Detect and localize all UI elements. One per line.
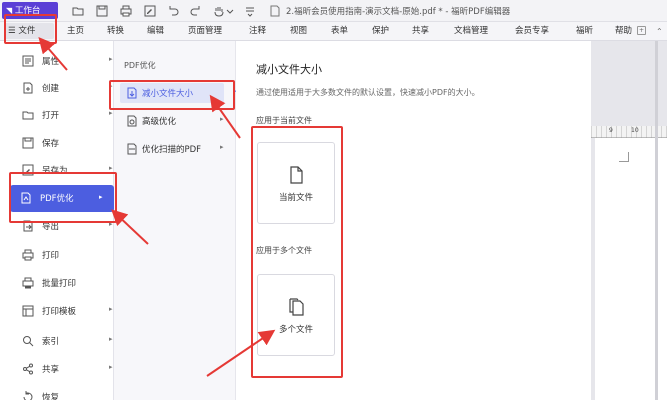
menu-view[interactable]: 视图 bbox=[290, 25, 307, 38]
file-menu-item-share[interactable]: 共享 ▸ bbox=[12, 359, 113, 379]
expand-ribbon-icon[interactable]: + bbox=[637, 26, 646, 35]
file-menu-item-restore[interactable]: 恢复 bbox=[12, 387, 108, 400]
file-menu-item-label: 索引 bbox=[42, 337, 60, 347]
menu-document-management[interactable]: 文档管理 bbox=[454, 25, 488, 38]
index-icon bbox=[22, 335, 34, 347]
print-template-icon bbox=[22, 305, 34, 317]
submenu-item-label: 优化扫描的PDF bbox=[142, 145, 202, 155]
ruler-number: 9 bbox=[609, 127, 613, 134]
highlight-box-file-menu bbox=[4, 14, 57, 44]
redo-icon[interactable] bbox=[189, 4, 203, 18]
menu-help[interactable]: 帮助 bbox=[615, 25, 632, 38]
file-menu-item-index[interactable]: 索引 ▸ bbox=[12, 331, 113, 351]
file-menu-item-label: 恢复 bbox=[42, 393, 60, 400]
menu-comment[interactable]: 注释 bbox=[249, 25, 266, 38]
optimize-scanned-icon bbox=[126, 143, 138, 155]
submenu-item-advanced-optimize[interactable]: 高级优化 ▸ bbox=[114, 111, 236, 131]
document-title: 2.福昕会员使用指南-演示文档-原始.pdf * - 福昕PDF编辑器 bbox=[286, 7, 511, 17]
file-menu-item-label: 打印模板 bbox=[42, 307, 77, 317]
file-menu-item-save[interactable]: 保存 bbox=[12, 133, 108, 153]
menu-share[interactable]: 共享 bbox=[412, 25, 429, 38]
hand-tool-icon[interactable] bbox=[212, 4, 226, 18]
menu-foxit[interactable]: 福昕 bbox=[576, 25, 593, 38]
more-menu-icon[interactable]: ⌃ bbox=[656, 27, 663, 36]
vertical-scrollbar[interactable] bbox=[655, 41, 658, 400]
share-icon bbox=[22, 363, 34, 375]
menu-form[interactable]: 表单 bbox=[331, 25, 348, 38]
chevron-right-icon: ▸ bbox=[109, 305, 113, 313]
margin-mark bbox=[619, 152, 629, 162]
file-menu-item-create[interactable]: 创建 ▸ bbox=[12, 78, 113, 98]
print-icon[interactable] bbox=[119, 4, 133, 18]
print-icon bbox=[22, 249, 34, 261]
file-menu-item-label: 打印 bbox=[42, 251, 60, 261]
menu-protect[interactable]: 保护 bbox=[372, 25, 389, 38]
title-bar: ◥ 工作台 2.福昕会员使用指南-演示文档-原始.pdf * - 福昕PDF编辑… bbox=[0, 0, 667, 22]
highlight-box-pdf-optimize bbox=[9, 172, 117, 223]
file-menu-item-print-template[interactable]: 打印模板 ▸ bbox=[12, 301, 113, 321]
save-icon bbox=[22, 137, 34, 149]
advanced-optimize-icon bbox=[126, 115, 138, 127]
open-icon bbox=[22, 109, 34, 121]
panel-description: 通过使用适用于大多数文件的默认设置，快速减小PDF的大小。 bbox=[256, 88, 480, 97]
ruler-number: 10 bbox=[631, 127, 639, 134]
create-icon bbox=[22, 82, 34, 94]
file-menu-item-label: 打开 bbox=[42, 111, 60, 121]
customize-toolbar-icon[interactable] bbox=[243, 4, 257, 18]
file-menu-item-label: 保存 bbox=[42, 139, 60, 149]
highlight-box-reduce-size bbox=[109, 80, 235, 110]
file-menu-item-label: 属性 bbox=[42, 57, 60, 67]
menu-edit[interactable]: 编辑 bbox=[147, 25, 164, 38]
edit-doc-icon[interactable] bbox=[143, 4, 157, 18]
submenu-heading: PDF优化 bbox=[124, 61, 156, 70]
save-icon[interactable] bbox=[95, 4, 109, 18]
file-menu-item-open[interactable]: 打开 ▸ bbox=[12, 105, 113, 125]
menu-home[interactable]: 主页 bbox=[67, 25, 84, 38]
chevron-right-icon: ▸ bbox=[109, 335, 113, 343]
restore-icon bbox=[22, 391, 34, 400]
chevron-right-icon: ▸ bbox=[220, 115, 224, 123]
file-menu-item-label: 共享 bbox=[42, 365, 60, 375]
panel-title: 减小文件大小 bbox=[256, 63, 322, 76]
chevron-right-icon: ▸ bbox=[220, 143, 224, 151]
submenu-item-label: 高级优化 bbox=[142, 117, 177, 127]
batch-print-icon bbox=[22, 277, 34, 289]
file-menu-item-label: 批量打印 bbox=[42, 279, 77, 289]
properties-icon bbox=[22, 55, 34, 67]
menu-member-exclusive[interactable]: 会员专享 bbox=[515, 25, 549, 38]
highlight-box-options bbox=[251, 126, 343, 378]
section-current-file: 应用于当前文件 bbox=[256, 116, 312, 125]
file-menu-item-print[interactable]: 打印 bbox=[12, 245, 108, 265]
file-menu-item-batch-print[interactable]: 批量打印 bbox=[12, 273, 108, 293]
chevron-right-icon: ▸ bbox=[109, 55, 113, 63]
document-view: 9 10 bbox=[591, 41, 667, 400]
app-window: { "titlebar": { "workbench_label": "工作台"… bbox=[0, 0, 667, 400]
chevron-right-icon: ▸ bbox=[109, 109, 113, 117]
chevron-down-icon[interactable] bbox=[226, 4, 234, 18]
open-folder-icon[interactable] bbox=[71, 4, 85, 18]
undo-icon[interactable] bbox=[166, 4, 180, 18]
menu-convert[interactable]: 转换 bbox=[107, 25, 124, 38]
document-tab-icon bbox=[268, 4, 282, 18]
menu-bar: ☰ 文件 主页 转换 编辑 页面管理 注释 视图 表单 保护 共享 文档管理 会… bbox=[0, 22, 667, 41]
submenu-item-optimize-scanned[interactable]: 优化扫描的PDF ▸ bbox=[114, 139, 236, 159]
menu-page-management[interactable]: 页面管理 bbox=[188, 25, 222, 38]
file-menu-item-label: 创建 bbox=[42, 84, 60, 94]
chevron-right-icon: ▸ bbox=[109, 363, 113, 371]
file-menu-item-properties[interactable]: 属性 ▸ bbox=[12, 51, 113, 71]
chevron-right-icon: ▸ bbox=[109, 164, 113, 172]
